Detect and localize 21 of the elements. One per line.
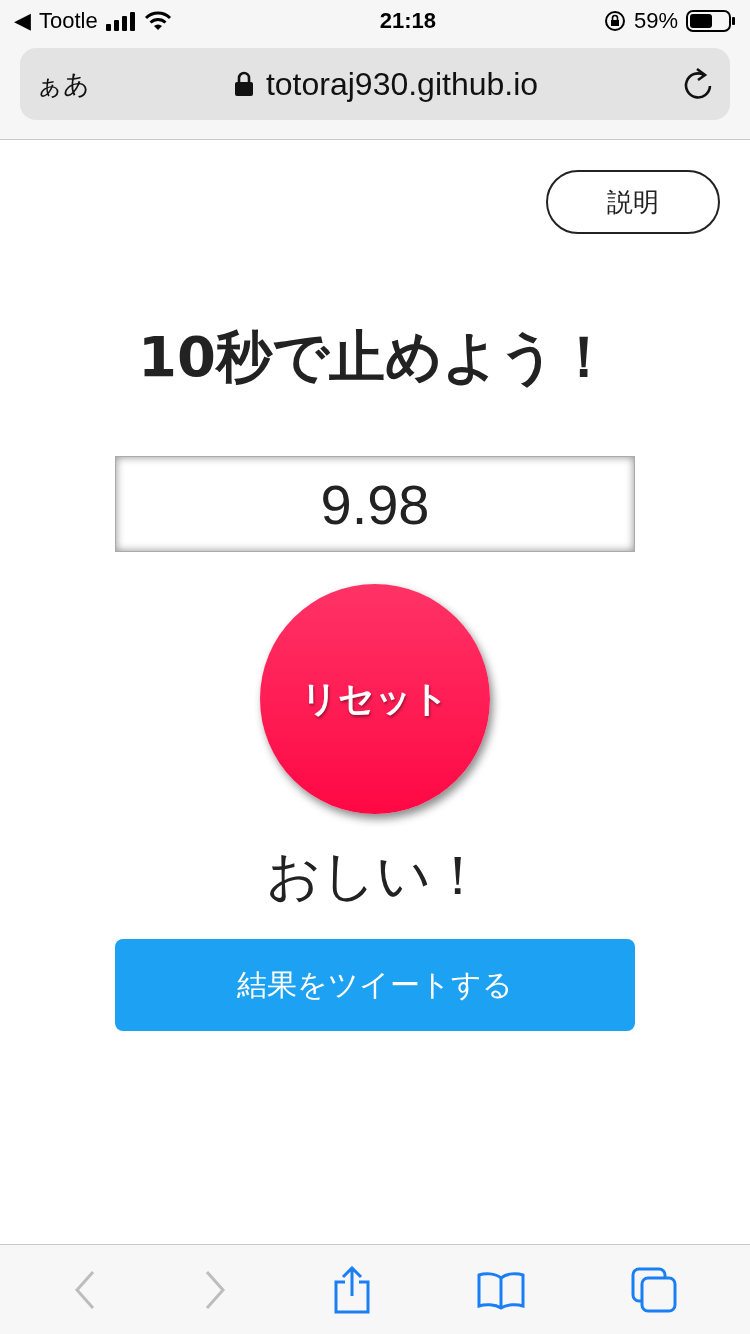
text-size-button[interactable]: ぁあ — [36, 66, 90, 102]
wifi-icon — [143, 11, 172, 31]
share-icon[interactable] — [333, 1265, 371, 1314]
reset-button[interactable]: リセット — [260, 584, 490, 814]
back-arrow[interactable]: ◀ — [14, 8, 31, 34]
book-icon[interactable] — [477, 1269, 525, 1310]
help-button[interactable]: 説明 — [546, 170, 720, 234]
reload-icon[interactable] — [682, 67, 714, 101]
page-title: 10秒で止めよう！ — [138, 323, 612, 391]
battery-icon — [686, 10, 736, 32]
result-text: おしい！ — [265, 843, 485, 909]
url-text: totoraj930.github.io — [265, 65, 539, 103]
battery-percent: 59% — [633, 8, 678, 34]
lock-icon — [233, 71, 254, 97]
signal-icon — [105, 11, 136, 31]
back-app-label[interactable]: Tootle — [39, 8, 98, 34]
timer-display: 9.98 — [115, 456, 635, 552]
address-bar[interactable]: ぁあ totoraj930.github.io — [20, 48, 730, 120]
tabs-icon[interactable] — [631, 1266, 677, 1313]
clock-time: 21:18 — [379, 8, 436, 34]
rotation-lock-icon — [603, 10, 626, 32]
